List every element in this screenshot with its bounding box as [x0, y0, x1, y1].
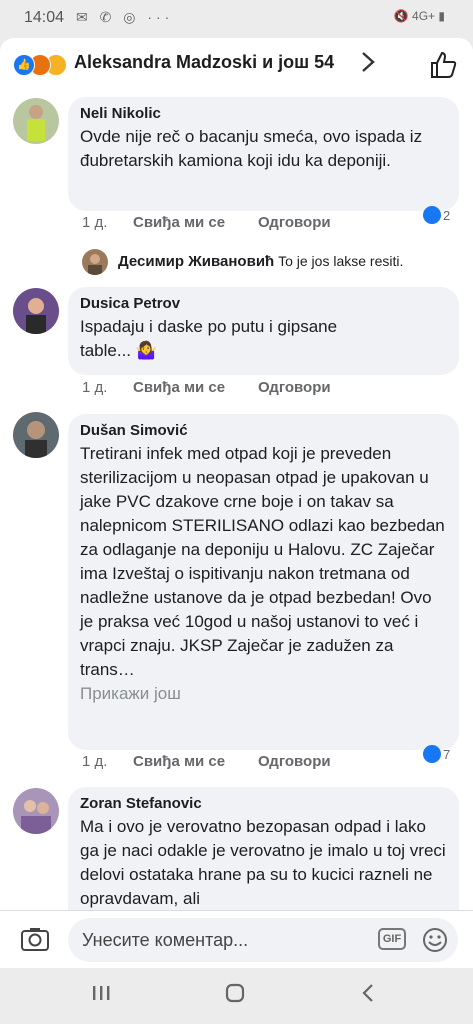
- chevron-right-icon[interactable]: [360, 50, 376, 80]
- mute-icon: 🔇: [393, 9, 409, 23]
- comment-time: 1 д.: [82, 379, 108, 396]
- comment-author[interactable]: Dušan Simović: [80, 422, 447, 439]
- notification-icons: ✉ ✆ ◎ ···: [76, 9, 174, 25]
- avatar[interactable]: [13, 412, 59, 458]
- comment-time: 1 д.: [82, 214, 108, 231]
- comment-bubble[interactable]: Dusica Petrov Ispadaju i daske po putu i…: [68, 287, 459, 375]
- reactions-header[interactable]: 👍 Aleksandra Madzoski и још 54: [0, 38, 473, 92]
- camera-icon[interactable]: [20, 926, 50, 957]
- reply-button[interactable]: Одговори: [258, 214, 331, 231]
- status-bar: 14:04 ✉ ✆ ◎ ··· 🔇 4G+ ▮: [0, 0, 473, 36]
- like-reaction-icon: [423, 206, 441, 224]
- system-icons: 🔇 4G+ ▮: [394, 9, 445, 23]
- comment-placeholder: Унесите коментар...: [82, 930, 249, 950]
- comment-composer: Унесите коментар... GIF: [0, 910, 473, 968]
- comment-text: Ma i ovo je verovatno bezopasan odpad i …: [80, 817, 446, 908]
- recent-apps-icon[interactable]: [90, 982, 112, 1009]
- comment-text: Ispadaju i daske po putu i gipsane table…: [80, 317, 338, 360]
- comments-sheet: 👍 Aleksandra Madzoski и још 54 Neli Niko…: [0, 38, 473, 968]
- reply-author[interactable]: Десимир Живановић: [118, 253, 274, 270]
- network-label: 4G+: [412, 9, 436, 23]
- reply-button[interactable]: Одговори: [258, 379, 331, 396]
- battery-icon: ▮: [438, 9, 445, 23]
- avatar[interactable]: [13, 98, 59, 144]
- like-reaction-icon: 👍: [13, 54, 35, 76]
- avatar[interactable]: [13, 788, 59, 834]
- reply-text: To je jos lakse resiti.: [278, 253, 404, 269]
- like-button[interactable]: Свиђа ми се: [133, 379, 225, 396]
- status-time: 14:04: [24, 9, 65, 26]
- comment-input[interactable]: Унесите коментар... GIF: [68, 918, 458, 962]
- comment-bubble[interactable]: Dušan Simović Tretirani infek med otpad …: [68, 414, 459, 750]
- comment-text: Ovde nije reč o bacanju smeća, ovo ispad…: [80, 127, 423, 170]
- back-icon[interactable]: [358, 982, 380, 1009]
- comment-author[interactable]: Neli Nikolic: [80, 105, 447, 122]
- reactors-title[interactable]: Aleksandra Madzoski и још 54: [74, 52, 334, 73]
- like-button[interactable]: Свиђа ми се: [133, 753, 225, 770]
- gif-icon[interactable]: GIF: [378, 928, 406, 950]
- reply-preview[interactable]: Десимир Живановић To je jos lakse resiti…: [118, 253, 403, 270]
- see-more-link[interactable]: Прикажи још: [80, 684, 447, 704]
- avatar[interactable]: [13, 288, 59, 334]
- comment-text: Tretirani infek med otpad koji je preved…: [80, 444, 445, 679]
- comment-author[interactable]: Dusica Petrov: [80, 295, 447, 312]
- like-button[interactable]: Свиђа ми се: [133, 214, 225, 231]
- comment-time: 1 д.: [82, 753, 108, 770]
- emoji-icon[interactable]: [421, 926, 449, 959]
- home-icon[interactable]: [224, 982, 246, 1009]
- like-reaction-icon: [423, 745, 441, 763]
- like-button-icon[interactable]: [428, 50, 458, 85]
- comment-author[interactable]: Zoran Stefanovic: [80, 795, 447, 812]
- reaction-icons: 👍: [13, 54, 71, 76]
- comment-bubble[interactable]: Neli Nikolic Ovde nije reč o bacanju sme…: [68, 97, 459, 211]
- system-nav-bar: [0, 968, 473, 1024]
- reply-button[interactable]: Одговори: [258, 753, 331, 770]
- avatar[interactable]: [82, 249, 108, 275]
